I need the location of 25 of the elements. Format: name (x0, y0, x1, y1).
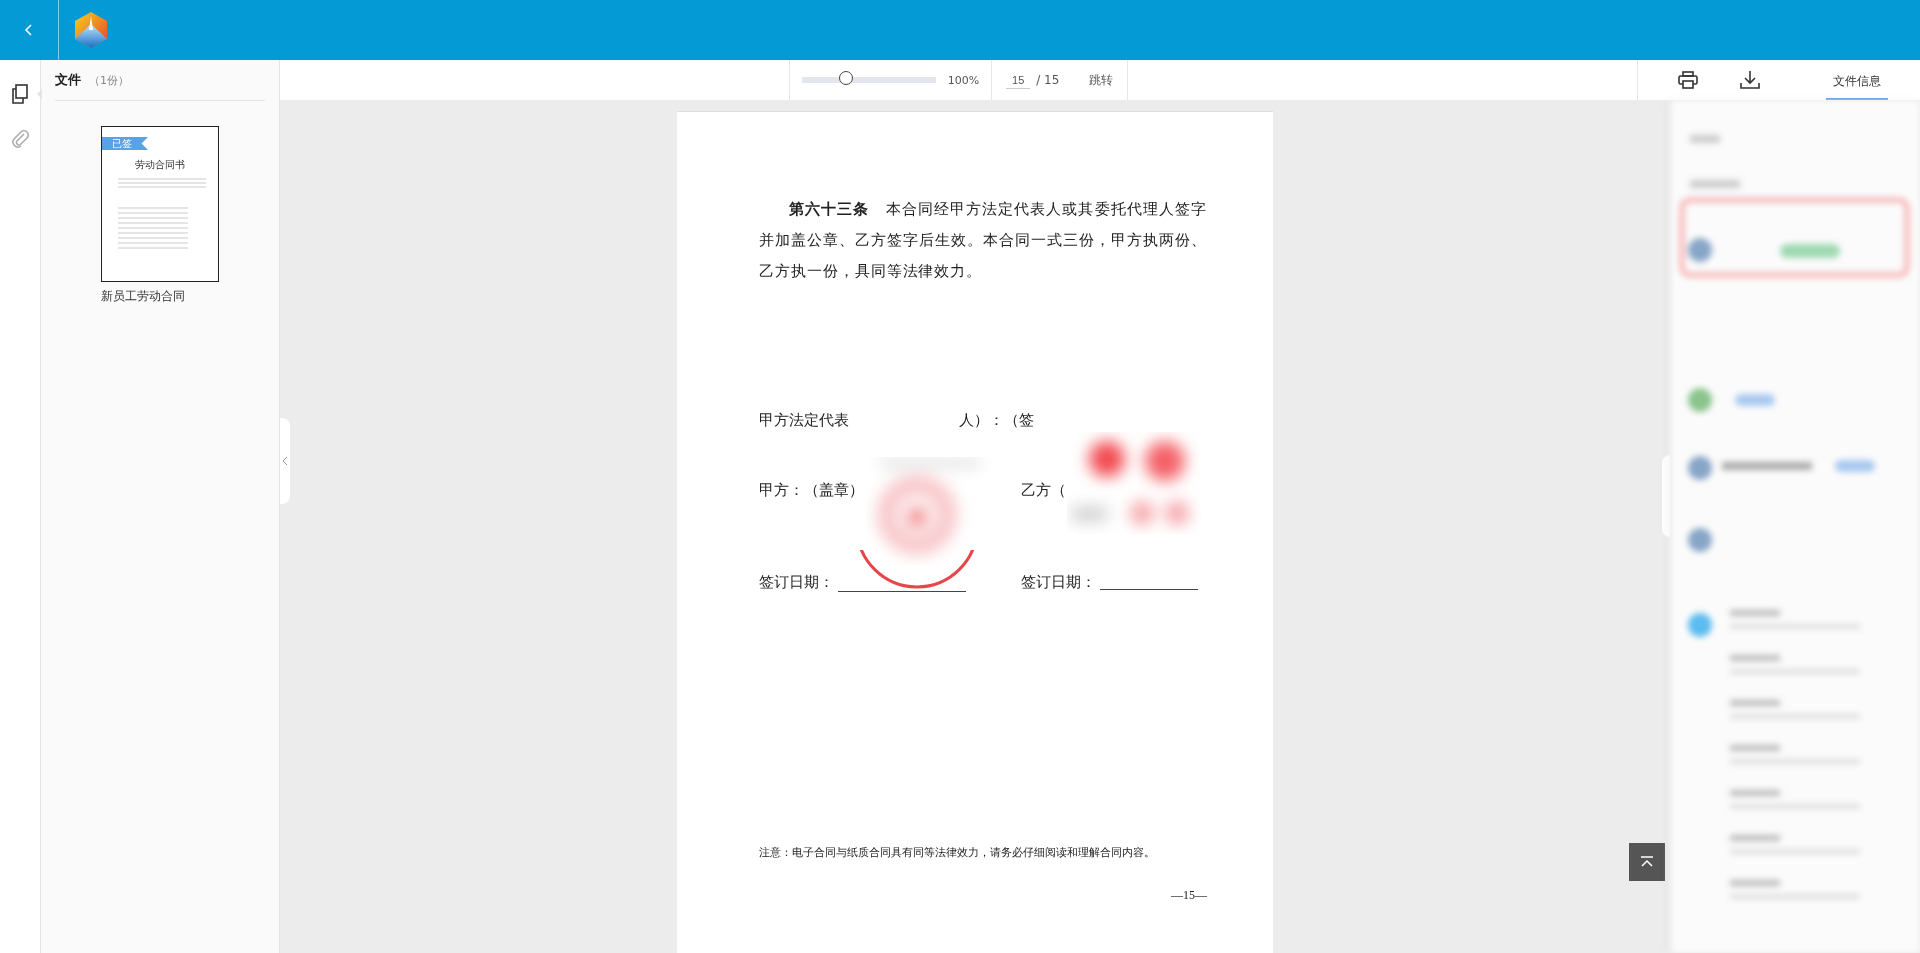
party-a-label: 甲方：（盖章） (759, 481, 864, 500)
download-icon[interactable] (1738, 68, 1762, 92)
file-name: 新员工劳动合同 (101, 288, 185, 305)
thumbnail-title: 劳动合同书 (135, 158, 185, 172)
page-input[interactable]: 15 (1006, 71, 1031, 89)
signature-label: 人）：（签 (959, 411, 1034, 430)
jump-button[interactable]: 跳转 (1065, 71, 1114, 89)
print-icon[interactable] (1676, 68, 1700, 92)
date-label: 签订日期： (1021, 573, 1096, 592)
document-thumbnail[interactable]: 已签 劳动合同书 (101, 126, 219, 282)
signature-label: 甲方法定代表 (759, 411, 849, 430)
signed-badge: 已签 (102, 137, 148, 150)
chevron-left-icon (24, 23, 34, 37)
contract-clause: 第六十三条 本合同经甲方法定代表人或其委托代理人签字并加盖公章、乙方签字后生效。本合同一式三份，甲方执两份、乙方执一份，具同等法律效力。 (759, 199, 1207, 282)
collapse-handle[interactable] (280, 418, 290, 504)
date-label: 签订日期： (759, 573, 834, 592)
arrow-up-icon (1640, 856, 1654, 868)
zoom-reading: 100% (947, 73, 980, 87)
panel-title: 文件 (55, 71, 81, 89)
page-number: —15— (1171, 888, 1207, 903)
notice-text: 注意：电子合同与纸质合同具有同等法律效力，请务必仔细阅读和理解合同内容。 (759, 846, 1156, 860)
file-count: （1份） (89, 72, 129, 88)
page-total: / 15 (1036, 73, 1060, 87)
party-b-label: 乙方（ (1021, 481, 1066, 500)
back-to-top-button[interactable] (1629, 843, 1665, 881)
